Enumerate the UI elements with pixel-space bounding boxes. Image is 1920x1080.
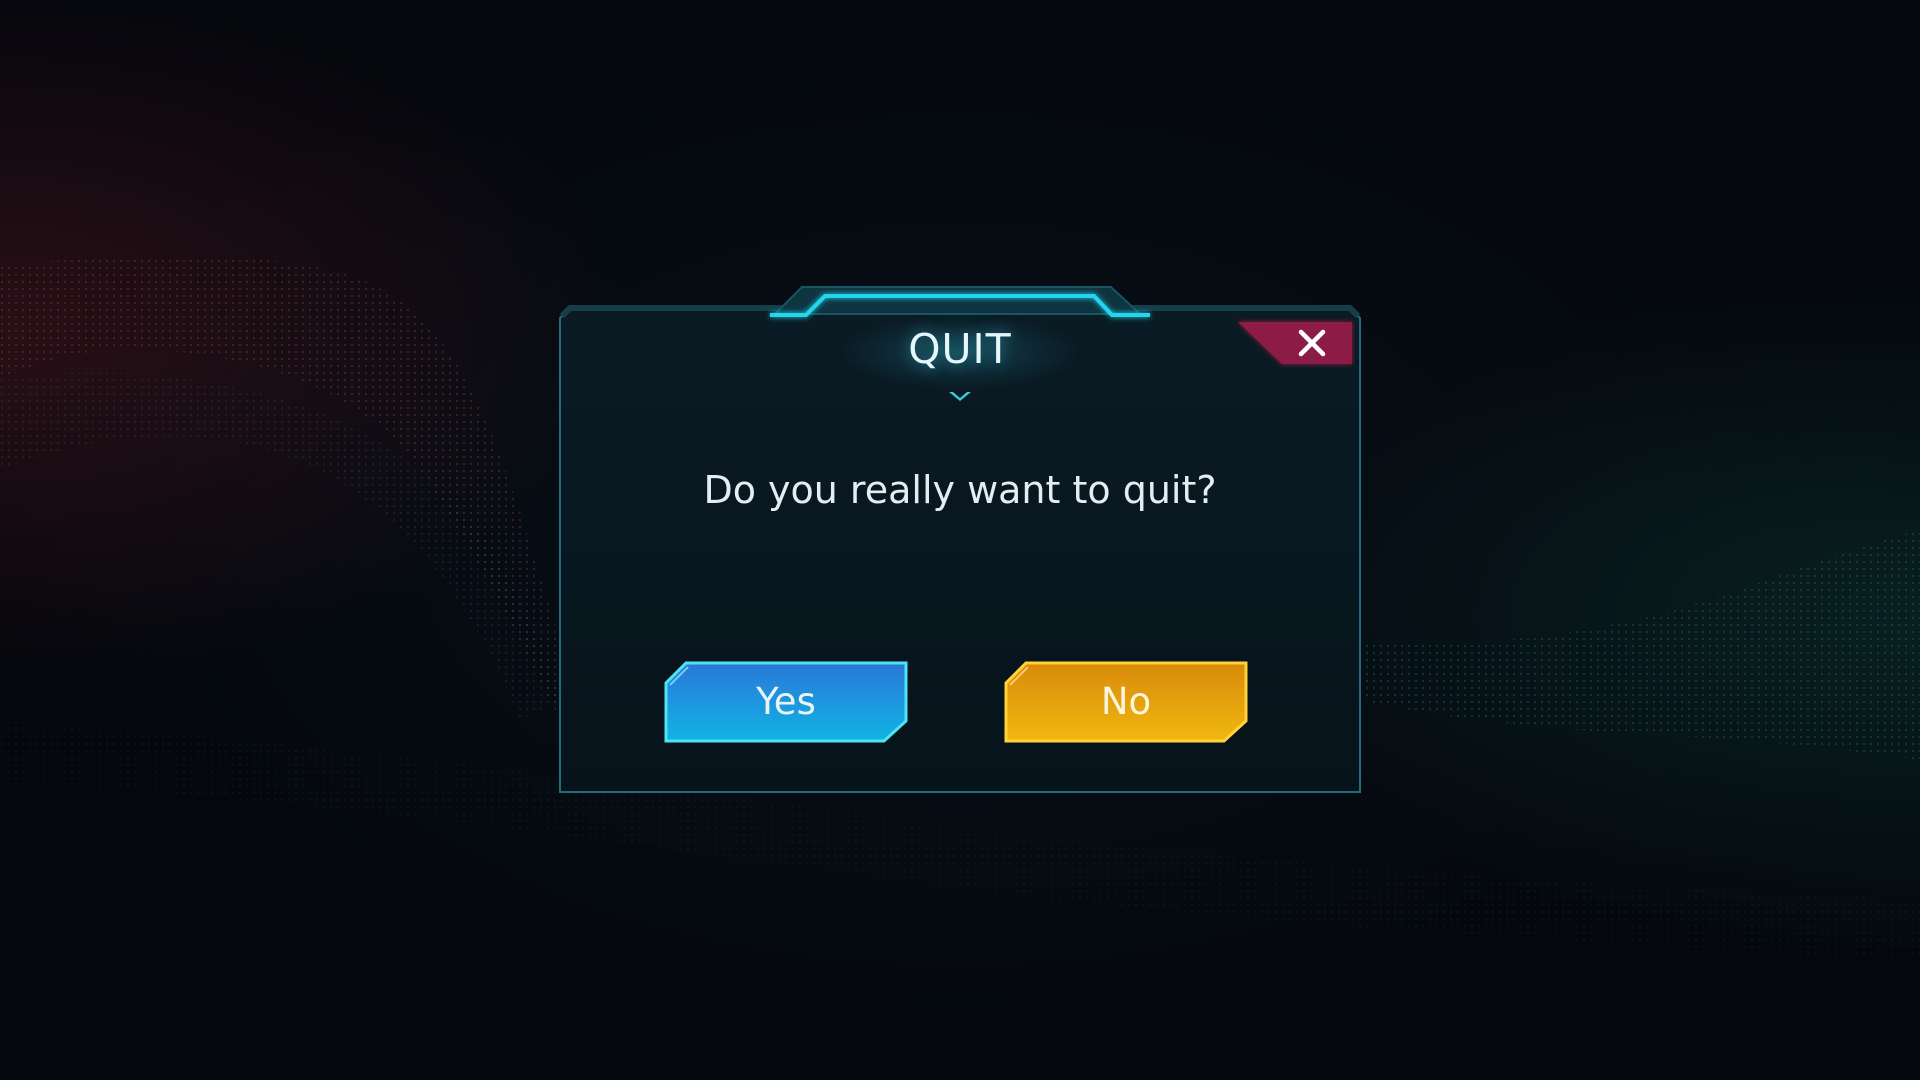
close-button[interactable] (1238, 322, 1352, 364)
no-button[interactable]: No (1004, 661, 1248, 743)
game-background: QUIT Do you really want to quit? Yes No (0, 0, 1920, 1080)
dialog-message: Do you really want to quit? (703, 468, 1217, 512)
dialog-title: QUIT (908, 325, 1012, 373)
yes-button[interactable]: Yes (664, 661, 908, 743)
quit-dialog-frame (559, 286, 1361, 793)
no-button-label: No (1100, 680, 1152, 723)
close-icon[interactable] (1296, 327, 1328, 359)
yes-button-label: Yes (756, 680, 816, 723)
